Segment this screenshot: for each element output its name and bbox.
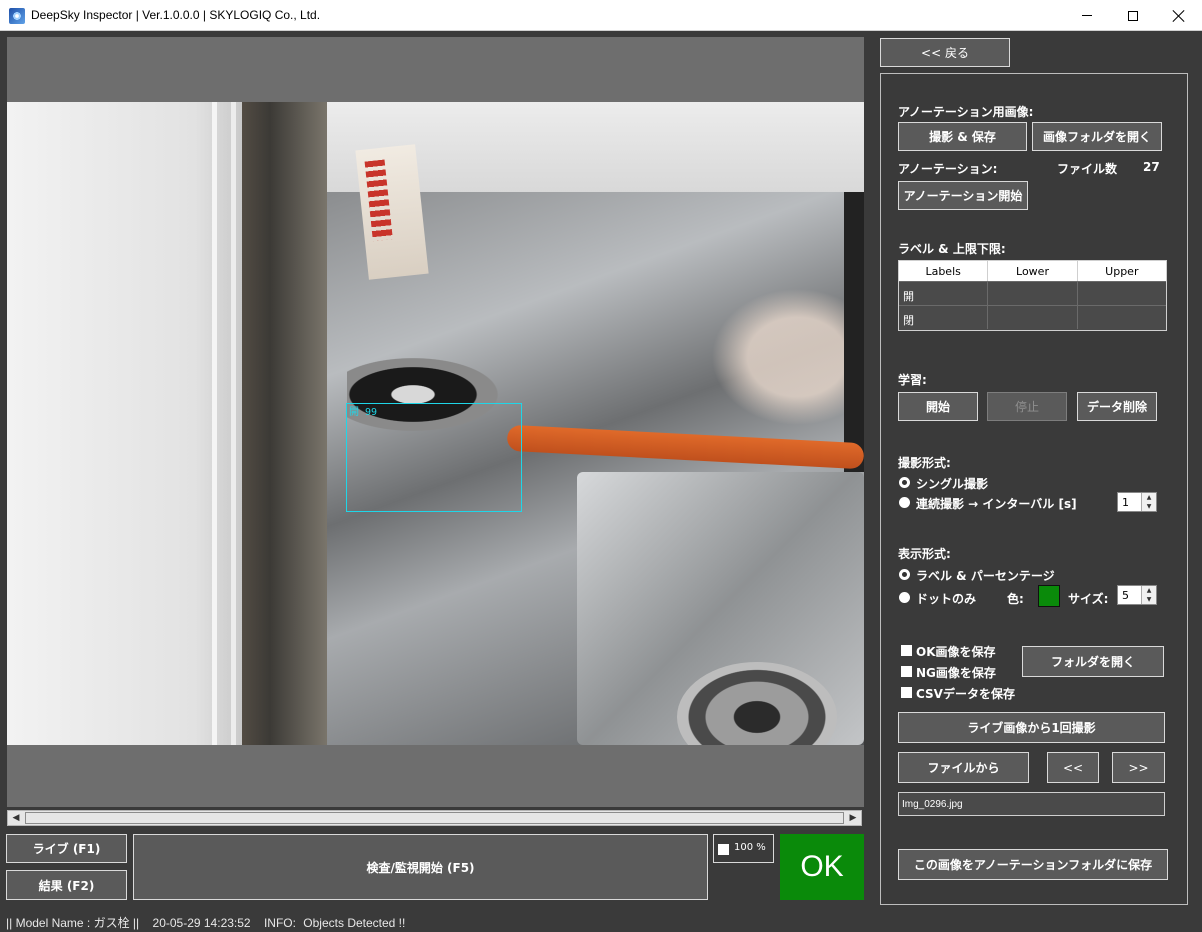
- title-bar: DeepSky Inspector | Ver.1.0.0.0 | SKYLOG…: [0, 0, 1202, 31]
- table-row[interactable]: 開: [899, 281, 1166, 305]
- image-viewer[interactable]: 開 99: [7, 37, 864, 807]
- filename-field[interactable]: Img_0296.jpg: [898, 792, 1165, 816]
- percent-label: 100 %: [734, 842, 766, 853]
- save-csv-label: CSVデータを保存: [916, 687, 1015, 701]
- window-title: DeepSky Inspector | Ver.1.0.0.0 | SKYLOG…: [31, 8, 321, 22]
- capture-save-button[interactable]: 撮影 & 保存: [898, 122, 1027, 151]
- dot-only-label: ドットのみ: [916, 592, 977, 606]
- timestamp: 20-05-29 14:23:52: [152, 916, 251, 930]
- capture-once-button[interactable]: ライブ画像から1回撮影: [898, 712, 1165, 743]
- dot-color-swatch[interactable]: [1038, 585, 1060, 607]
- stepper-up-icon[interactable]: ▲: [1142, 586, 1156, 595]
- file-count-value: 27: [1143, 160, 1160, 174]
- percent-toggle[interactable]: 100 %: [713, 834, 774, 863]
- single-capture-label: シングル撮影: [916, 477, 989, 491]
- open-folder-button[interactable]: フォルダを開く: [1022, 646, 1164, 677]
- annotation-images-label: アノーテーション用画像:: [898, 105, 1034, 119]
- open-image-folder-button[interactable]: 画像フォルダを開く: [1032, 122, 1162, 151]
- back-button[interactable]: << 戻る: [880, 38, 1010, 67]
- app-logo-icon: [9, 8, 25, 24]
- learning-label: 学習:: [898, 373, 927, 387]
- labels-table[interactable]: Labels Lower Upper 開 閉: [898, 260, 1167, 331]
- size-stepper[interactable]: 5 ▲ ▼: [1117, 585, 1157, 605]
- annotation-label: アノーテーション:: [898, 162, 998, 176]
- size-label: サイズ:: [1068, 592, 1109, 606]
- table-header: Labels Lower Upper: [899, 261, 1166, 281]
- table-cell[interactable]: 開: [899, 282, 989, 305]
- minimize-button[interactable]: [1064, 0, 1110, 31]
- save-ok-label: OK画像を保存: [916, 645, 996, 659]
- previous-image-button[interactable]: <<: [1047, 752, 1099, 783]
- detection-box: 開 99: [346, 403, 522, 512]
- interval-value: 1: [1122, 496, 1129, 509]
- table-cell[interactable]: [988, 306, 1078, 329]
- color-label: 色:: [1007, 592, 1024, 606]
- stepper-down-icon[interactable]: ▼: [1142, 595, 1156, 604]
- from-file-button[interactable]: ファイルから: [898, 752, 1029, 783]
- verdict-indicator: OK: [780, 834, 864, 900]
- result-button[interactable]: 結果 (F2): [6, 870, 127, 900]
- status-bar: || Model Name : ガス栓 || 20-05-29 14:23:52…: [0, 910, 1202, 932]
- learn-stop-button[interactable]: 停止: [987, 392, 1067, 421]
- size-value: 5: [1122, 589, 1129, 602]
- col-labels: Labels: [899, 261, 989, 281]
- settings-panel: アノーテーション用画像: 撮影 & 保存 画像フォルダを開く アノーテーション:…: [880, 73, 1188, 905]
- labels-limits-label: ラベル & 上限下限:: [898, 242, 1006, 256]
- table-row[interactable]: 閉: [899, 305, 1166, 329]
- save-ng-label: NG画像を保存: [916, 666, 996, 680]
- save-to-annotation-folder-button[interactable]: この画像をアノーテーションフォルダに保存: [898, 849, 1168, 880]
- interval-stepper[interactable]: 1 ▲ ▼: [1117, 492, 1157, 512]
- display-mode-label: 表示形式:: [898, 547, 951, 561]
- scroll-thumb[interactable]: [25, 812, 844, 824]
- table-cell[interactable]: [1078, 282, 1166, 305]
- next-image-button[interactable]: >>: [1112, 752, 1165, 783]
- minimize-icon: [1082, 15, 1092, 16]
- close-icon: [1173, 10, 1185, 22]
- table-cell[interactable]: 閉: [899, 306, 989, 329]
- table-cell[interactable]: [988, 282, 1078, 305]
- info-key: INFO:: [263, 916, 296, 930]
- save-ok-checkbox[interactable]: [901, 645, 912, 656]
- camera-image: 開 99: [7, 102, 864, 745]
- close-button[interactable]: [1156, 0, 1202, 31]
- table-cell[interactable]: [1078, 306, 1166, 329]
- horizontal-scrollbar[interactable]: ◀ ▶: [7, 810, 862, 826]
- info-value: Objects Detected !!: [303, 916, 406, 930]
- continuous-capture-label: 連続撮影 → インターバル [s]: [916, 497, 1077, 511]
- live-button[interactable]: ライブ (F1): [6, 834, 127, 863]
- maximize-icon: [1128, 10, 1138, 21]
- learn-start-button[interactable]: 開始: [898, 392, 978, 421]
- inspect-start-button[interactable]: 検査/監視開始 (F5): [133, 834, 708, 900]
- scroll-left-icon[interactable]: ◀: [8, 811, 24, 825]
- stepper-down-icon[interactable]: ▼: [1142, 502, 1156, 511]
- label-percentage-radio[interactable]: [899, 569, 910, 580]
- single-capture-radio[interactable]: [899, 477, 910, 488]
- label-percentage-label: ラベル & パーセンテージ: [916, 569, 1055, 583]
- model-name: || Model Name : ガス栓 ||: [6, 916, 140, 930]
- stepper-up-icon[interactable]: ▲: [1142, 493, 1156, 502]
- detection-label: 開 99: [349, 407, 378, 418]
- file-count-label: ファイル数: [1057, 162, 1118, 176]
- scroll-right-icon[interactable]: ▶: [845, 811, 861, 825]
- col-upper: Upper: [1105, 265, 1139, 278]
- save-ng-checkbox[interactable]: [901, 666, 912, 677]
- percent-checkbox[interactable]: [718, 844, 729, 855]
- dot-only-radio[interactable]: [899, 592, 910, 603]
- delete-data-button[interactable]: データ削除: [1077, 392, 1157, 421]
- save-csv-checkbox[interactable]: [901, 687, 912, 698]
- capture-mode-label: 撮影形式:: [898, 456, 951, 470]
- col-lower: Lower: [988, 261, 1078, 281]
- continuous-capture-radio[interactable]: [899, 497, 910, 508]
- start-annotation-button[interactable]: アノーテーション開始: [898, 181, 1028, 210]
- maximize-button[interactable]: [1110, 0, 1156, 31]
